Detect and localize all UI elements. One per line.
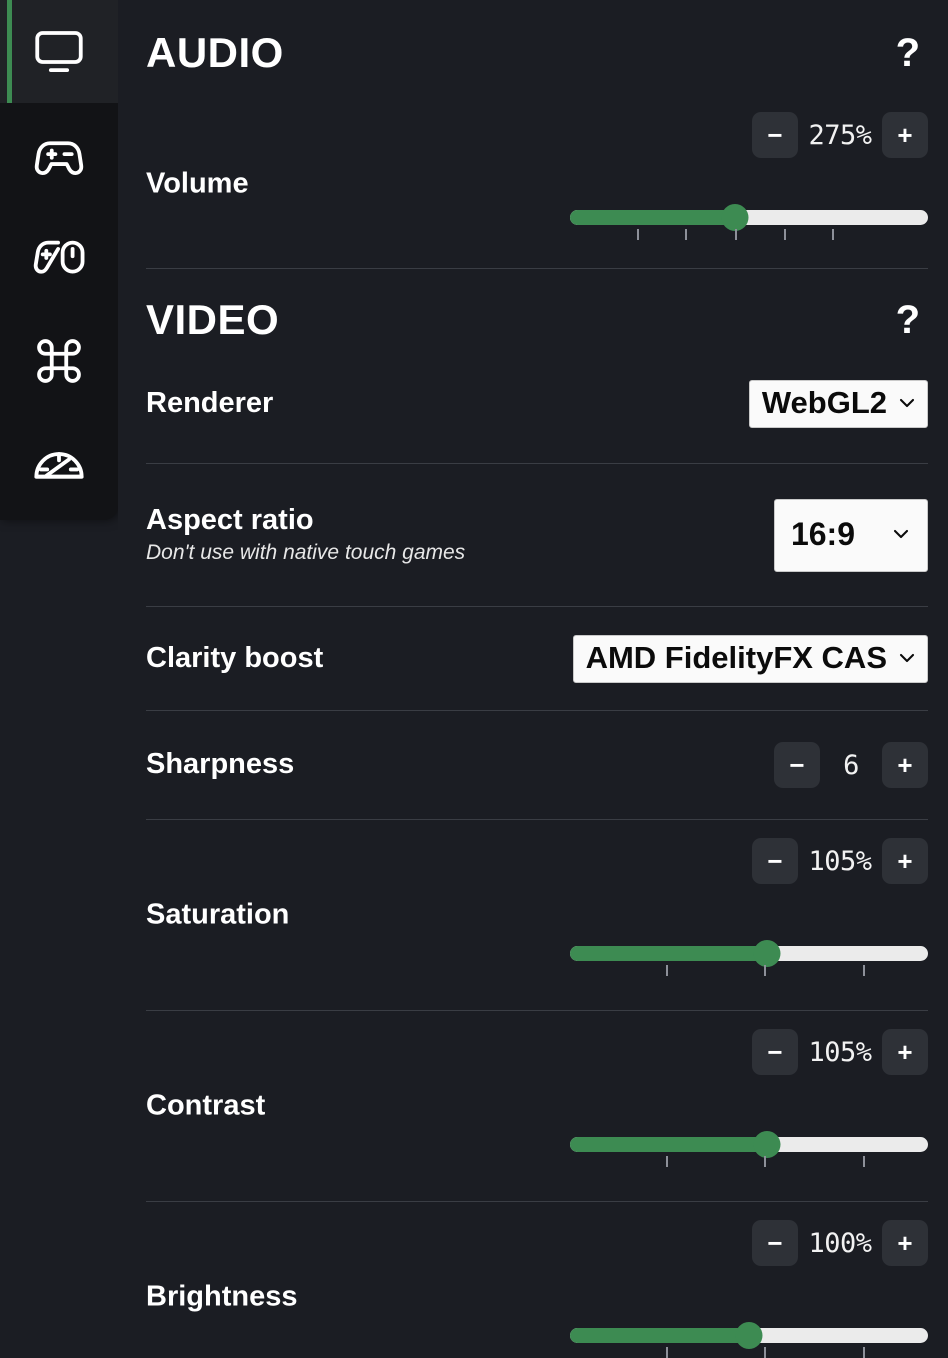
setting-row-volume: Volume − 275% + [146,100,928,268]
brightness-increment-button[interactable]: + [882,1220,928,1266]
sidebar-item-controller[interactable] [0,103,118,206]
renderer-label: Renderer [146,387,274,420]
slider-tick [685,229,688,240]
slider-tick [862,965,865,976]
volume-slider[interactable] [570,204,928,240]
setting-row-renderer: Renderer WebGL2 [146,365,928,443]
aspect-ratio-select[interactable]: 16:9 [773,498,928,572]
volume-value: 275% [808,119,872,151]
contrast-slider[interactable] [570,1131,928,1167]
brightness-stepper: − 100% + [752,1220,928,1266]
saturation-increment-button[interactable]: + [882,838,928,884]
video-section-header: VIDEO ? [146,269,928,365]
volume-slider-fill [570,210,735,225]
volume-slider-ticks [570,229,928,240]
saturation-stepper: − 105% + [752,838,928,884]
contrast-label: Contrast [146,1089,266,1122]
sharpness-stepper: − 6 + [774,742,928,788]
slider-tick [735,229,738,240]
clarity-boost-select[interactable]: AMD FidelityFX CAS [572,634,928,683]
gauge-icon [30,435,88,493]
saturation-slider-thumb[interactable] [753,940,781,967]
sidebar-item-performance[interactable] [0,412,118,515]
contrast-slider-ticks [570,1156,928,1167]
volume-decrement-button[interactable]: − [752,112,798,158]
contrast-stepper: − 105% + [752,1029,928,1075]
saturation-decrement-button[interactable]: − [752,838,798,884]
slider-tick [764,1347,767,1358]
page-title-audio: AUDIO [146,29,284,76]
chevron-down-icon [897,648,917,668]
volume-label: Volume [146,167,249,200]
gamepad-icon [30,126,88,184]
renderer-select-value: WebGL2 [761,385,887,420]
volume-slider-thumb[interactable] [721,204,749,231]
renderer-select[interactable]: WebGL2 [748,380,928,428]
saturation-value: 105% [808,845,872,877]
sidebar-nav [0,0,118,520]
setting-row-brightness: Brightness − 100% + [146,1202,928,1358]
sharpness-decrement-button[interactable]: − [774,742,820,788]
saturation-slider[interactable] [570,940,928,976]
settings-content: AUDIO ? Volume − 275% + VIDEO ? Renderer… [118,0,948,1358]
setting-row-aspect-ratio: Aspect ratio Don't use with native touch… [146,464,928,606]
sharpness-label: Sharpness [146,748,295,781]
clarity-boost-select-value: AMD FidelityFX CAS [585,639,887,675]
clarity-boost-label-block: Clarity boost [146,642,323,675]
brightness-slider-fill [570,1328,749,1343]
renderer-label-block: Renderer [146,387,273,420]
slider-tick [862,1347,865,1358]
setting-row-contrast: Contrast − 105% + [146,1011,928,1201]
aspect-ratio-label-block: Aspect ratio Don't use with native touch… [146,504,465,567]
aspect-ratio-select-value: 16:9 [790,515,855,552]
setting-row-saturation: Saturation − 105% + [146,820,928,1010]
brightness-label: Brightness [146,1280,298,1313]
active-indicator-bar [7,0,12,103]
sharpness-increment-button[interactable]: + [882,742,928,788]
slider-tick [665,1347,668,1358]
aspect-ratio-sublabel: Don't use with native touch games [146,541,466,565]
slider-tick [764,1156,767,1167]
settings-overlay: AUDIO ? Volume − 275% + VIDEO ? Renderer… [0,0,948,1358]
clarity-boost-label: Clarity boost [146,641,324,674]
contrast-decrement-button[interactable]: − [752,1029,798,1075]
brightness-slider-ticks [570,1347,928,1358]
setting-row-clarity-boost: Clarity boost AMD FidelityFX CAS [146,607,928,710]
slider-tick [862,1156,865,1167]
brightness-slider[interactable] [570,1322,928,1358]
sidebar-item-keyboard-shortcuts[interactable] [0,309,118,412]
saturation-slider-fill [570,946,767,961]
sidebar-item-display[interactable] [0,0,118,103]
chevron-down-icon [891,524,911,544]
slider-tick [832,229,835,240]
help-icon-video[interactable]: ? [888,300,928,340]
volume-stepper: − 275% + [752,112,928,158]
aspect-ratio-label: Aspect ratio [146,503,314,536]
command-key-icon [30,332,88,390]
page-title-video: VIDEO [146,296,280,343]
slider-tick [637,229,640,240]
slider-tick [665,1156,668,1167]
brightness-decrement-button[interactable]: − [752,1220,798,1266]
audio-section-header: AUDIO ? [146,0,928,100]
help-icon-audio[interactable]: ? [888,33,928,73]
contrast-slider-thumb[interactable] [753,1131,781,1158]
sharpness-value: 6 [843,749,859,781]
volume-increment-button[interactable]: + [882,112,928,158]
brightness-slider-thumb[interactable] [735,1322,763,1349]
contrast-value: 105% [808,1036,872,1068]
slider-tick [764,965,767,976]
slider-tick [665,965,668,976]
brightness-value: 100% [808,1227,872,1259]
setting-row-sharpness: Sharpness − 6 + [146,711,928,819]
chevron-down-icon [897,393,917,413]
monitor-icon [30,23,88,81]
sidebar-item-gamepad-mouse[interactable] [0,206,118,309]
contrast-slider-fill [570,1137,767,1152]
slider-tick [783,229,786,240]
saturation-label: Saturation [146,898,290,931]
saturation-slider-ticks [570,965,928,976]
gamepad-mouse-icon [30,229,88,287]
contrast-increment-button[interactable]: + [882,1029,928,1075]
